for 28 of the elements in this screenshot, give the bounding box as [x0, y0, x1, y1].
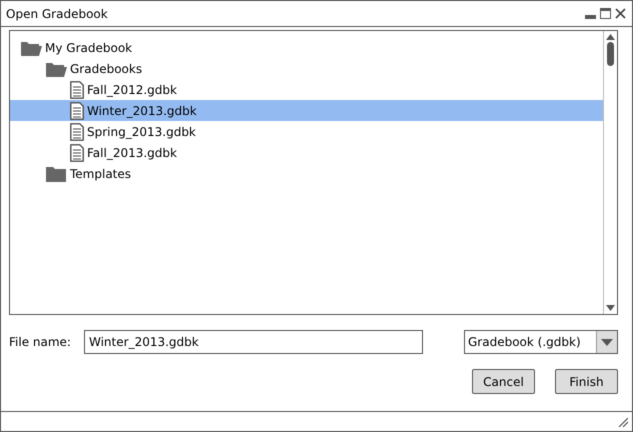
tree-item[interactable]: Templates [10, 163, 603, 184]
document-icon [70, 144, 84, 162]
file-name-label: File name: [9, 335, 72, 349]
open-folder-icon [20, 40, 42, 56]
tree-item[interactable]: Fall_2013.gdbk [10, 142, 603, 163]
tree-item[interactable]: My Gradebook [10, 37, 603, 58]
file-name-field[interactable]: Winter_2013.gdbk [84, 330, 423, 354]
file-type-dropdown[interactable]: Gradebook (.gdbk) [464, 330, 618, 354]
dialog-button[interactable]: Cancel [472, 369, 535, 394]
tree-item[interactable]: Fall_2012.gdbk [10, 79, 603, 100]
scrollbar[interactable] [603, 31, 617, 314]
scroll-thumb[interactable] [607, 42, 614, 66]
tree-item[interactable]: Spring_2013.gdbk [10, 121, 603, 142]
scroll-down-icon[interactable] [606, 305, 615, 311]
document-icon [70, 102, 84, 120]
window-title: Open Gradebook [6, 6, 109, 20]
folder-icon [45, 166, 67, 182]
close-icon[interactable] [615, 8, 626, 19]
dialog-button[interactable]: Finish [555, 369, 618, 394]
resize-grip-icon[interactable] [618, 417, 628, 427]
scroll-up-icon[interactable] [606, 34, 615, 40]
document-icon [70, 122, 84, 140]
tree-item[interactable]: Gradebooks [10, 58, 603, 79]
maximize-icon[interactable] [600, 8, 611, 19]
open-folder-icon [45, 60, 67, 76]
tree-item[interactable]: Winter_2013.gdbk [10, 100, 603, 121]
document-icon [70, 80, 84, 98]
caret-icon [601, 338, 613, 346]
